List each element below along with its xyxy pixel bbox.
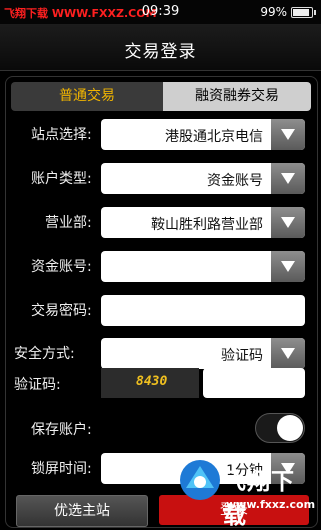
security-select[interactable]: 验证码 bbox=[101, 338, 305, 369]
watermark-main: 飞翔下载 bbox=[223, 469, 295, 529]
watermark-logo-icon bbox=[180, 460, 220, 500]
captcha-code: 8430 bbox=[136, 374, 168, 389]
account-no-input[interactable] bbox=[101, 251, 305, 282]
site-select[interactable]: 港股通北京电信 bbox=[101, 119, 305, 150]
branch-value: 鞍山胜利路营业部 bbox=[151, 217, 263, 233]
tab-normal-trading[interactable]: 普通交易 bbox=[11, 82, 163, 111]
branch-select[interactable]: 鞍山胜利路营业部 bbox=[101, 207, 305, 238]
watermark-logo: 飞翔下载 www.fxxz.com bbox=[176, 448, 316, 529]
account-type-value: 资金账号 bbox=[207, 173, 263, 189]
security-value: 验证码 bbox=[221, 348, 263, 364]
toggle-knob bbox=[277, 415, 303, 441]
branch-label: 营业部: bbox=[45, 215, 92, 231]
password-input[interactable] bbox=[101, 295, 305, 326]
page-title: 交易登录 bbox=[124, 42, 197, 62]
chevron-down-icon bbox=[271, 338, 305, 369]
site-label: 站点选择: bbox=[31, 127, 92, 143]
battery-percent: 99% bbox=[260, 5, 287, 19]
tab-margin-trading[interactable]: 融资融券交易 bbox=[163, 82, 311, 111]
account-no-label: 资金账号: bbox=[31, 259, 92, 275]
chevron-down-icon[interactable] bbox=[271, 251, 305, 282]
captcha-image[interactable]: 8430 bbox=[101, 368, 199, 398]
watermark-url: www.fxxz.com bbox=[226, 498, 316, 511]
captcha-input[interactable] bbox=[203, 368, 305, 398]
account-type-select[interactable]: 资金账号 bbox=[101, 163, 305, 194]
header: 交易登录 bbox=[0, 24, 321, 71]
save-account-toggle[interactable] bbox=[255, 413, 305, 443]
captcha-label: 验证码: bbox=[14, 377, 61, 393]
chevron-down-icon bbox=[271, 163, 305, 194]
lock-time-label: 锁屏时间: bbox=[31, 461, 92, 477]
status-bar: 飞翔下载 WWW.FXXZ.COM 09:39 99% bbox=[0, 0, 321, 24]
save-account-label: 保存账户: bbox=[31, 422, 92, 438]
password-label: 交易密码: bbox=[31, 303, 92, 319]
site-value: 港股通北京电信 bbox=[165, 129, 263, 145]
battery-icon bbox=[291, 7, 316, 18]
tab-bar: 普通交易 融资融券交易 bbox=[11, 82, 311, 111]
chevron-down-icon bbox=[271, 119, 305, 150]
account-type-label: 账户类型: bbox=[31, 171, 92, 187]
preferred-site-button[interactable]: 优选主站 bbox=[16, 495, 148, 527]
chevron-down-icon bbox=[271, 207, 305, 238]
security-label: 安全方式: bbox=[14, 346, 75, 362]
